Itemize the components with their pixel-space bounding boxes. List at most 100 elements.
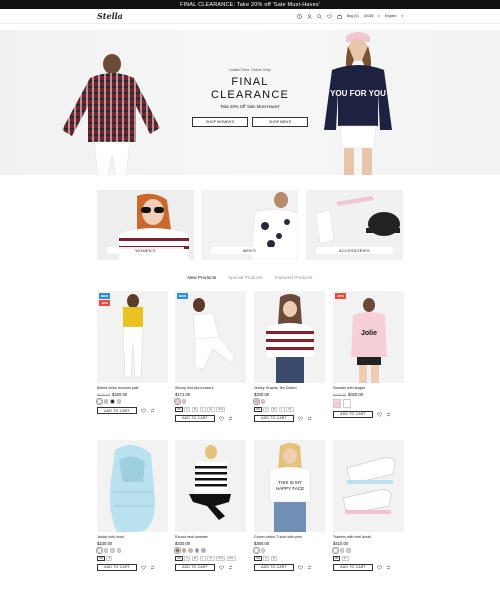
- add-to-cart-button[interactable]: ADD TO CART: [254, 563, 294, 571]
- size-option[interactable]: L: [278, 406, 285, 412]
- add-to-cart-button[interactable]: ADD TO CART: [333, 410, 373, 418]
- size-option[interactable]: S: [184, 555, 191, 561]
- shop-women-button[interactable]: SHOP WOMEN'S: [192, 117, 248, 127]
- color-swatch[interactable]: [175, 399, 180, 404]
- product-card[interactable]: Jacket with hood $230.00 XS S ADD TO CART: [97, 440, 168, 571]
- variant-thumbnail[interactable]: [343, 398, 351, 408]
- product-name[interactable]: Belted chino trousers pale: [97, 386, 168, 390]
- size-option[interactable]: M: [191, 555, 199, 561]
- color-swatch[interactable]: [181, 548, 186, 553]
- tab-new-products[interactable]: New Products: [188, 275, 217, 280]
- product-image[interactable]: Jolie -20%: [333, 291, 404, 383]
- size-option[interactable]: 36: [333, 555, 341, 561]
- product-card[interactable]: Trainers with heel detail $410.00 36 37 A…: [333, 440, 404, 571]
- bag-count[interactable]: Bag (0): [347, 14, 359, 18]
- add-to-cart-button[interactable]: ADD TO CART: [97, 563, 137, 571]
- chevron-down-icon[interactable]: ▾: [378, 14, 380, 18]
- color-swatch[interactable]: [254, 399, 259, 404]
- size-option[interactable]: S: [263, 555, 270, 561]
- heart-icon[interactable]: [298, 565, 303, 570]
- product-card[interactable]: Jolie -20% Sweater with slogan $400.00 $3…: [333, 291, 404, 418]
- category-accessories[interactable]: ACCESSORIES: [306, 190, 403, 260]
- size-option[interactable]: 37: [341, 555, 349, 561]
- heart-icon[interactable]: [377, 565, 382, 570]
- product-image[interactable]: THIS IS MY HAPPY FACE: [254, 440, 325, 532]
- add-to-cart-button[interactable]: ADD TO CART: [333, 563, 373, 571]
- chevron-down-icon[interactable]: ▾: [401, 14, 403, 18]
- size-option[interactable]: XL: [207, 406, 215, 412]
- product-image[interactable]: [175, 440, 246, 532]
- product-card[interactable]: Jersey Graphic Tee Dotted $330.00 XS S M L X…: [254, 291, 325, 422]
- color-swatch[interactable]: [194, 548, 199, 553]
- heart-icon[interactable]: [298, 416, 303, 421]
- bag-icon[interactable]: [337, 14, 342, 19]
- compare-icon[interactable]: [228, 565, 233, 570]
- color-swatch[interactable]: [201, 548, 206, 553]
- search-icon[interactable]: [317, 13, 322, 19]
- tab-special-products[interactable]: Special Products: [228, 275, 262, 280]
- compare-icon[interactable]: [386, 565, 391, 570]
- color-swatch[interactable]: [97, 399, 102, 404]
- product-image[interactable]: [254, 291, 325, 383]
- size-option[interactable]: XS: [254, 555, 262, 561]
- category-men[interactable]: MEN'S: [201, 190, 298, 260]
- size-option[interactable]: S: [263, 406, 270, 412]
- color-swatch[interactable]: [339, 548, 344, 553]
- size-option[interactable]: M: [270, 555, 278, 561]
- compare-icon[interactable]: [386, 412, 391, 417]
- logo[interactable]: Stella: [97, 11, 123, 21]
- color-swatch[interactable]: [103, 548, 108, 553]
- size-option[interactable]: M: [191, 406, 199, 412]
- product-card[interactable]: NEW Skinny mid-rise trousers $171.00 XS S…: [175, 291, 246, 422]
- product-name[interactable]: Skinny mid-rise trousers: [175, 386, 246, 390]
- product-name[interactable]: Jacket with hood: [97, 535, 168, 539]
- size-option[interactable]: L: [199, 555, 206, 561]
- color-swatch[interactable]: [260, 548, 265, 553]
- size-option[interactable]: XXL: [216, 406, 226, 412]
- size-option[interactable]: 3XL: [226, 555, 236, 561]
- size-option[interactable]: S: [106, 555, 113, 561]
- size-option[interactable]: XL: [286, 406, 294, 412]
- compare-icon[interactable]: [228, 416, 233, 421]
- color-swatch[interactable]: [188, 548, 193, 553]
- wishlist-icon[interactable]: [326, 14, 332, 19]
- size-option[interactable]: XXL: [216, 555, 226, 561]
- heart-icon[interactable]: [219, 416, 224, 421]
- product-name[interactable]: Grown cotton T-shirt with print: [254, 535, 325, 539]
- color-swatch[interactable]: [110, 399, 115, 404]
- size-option[interactable]: XS: [254, 406, 262, 412]
- product-card[interactable]: Round neck sweater $330.00 XS S M L XL XXL 3XL…: [175, 440, 246, 571]
- color-swatch[interactable]: [116, 548, 121, 553]
- heart-icon[interactable]: [219, 565, 224, 570]
- category-women[interactable]: WOMEN'S: [97, 190, 194, 260]
- variant-thumbnail[interactable]: [333, 398, 341, 408]
- color-swatch[interactable]: [254, 548, 259, 553]
- shop-men-button[interactable]: SHOP MEN'S: [252, 117, 308, 127]
- currency-select[interactable]: USD$: [364, 14, 374, 18]
- account-icon[interactable]: [307, 13, 312, 19]
- heart-icon[interactable]: [377, 412, 382, 417]
- product-name[interactable]: Sweater with slogan: [333, 386, 404, 390]
- product-card[interactable]: NEW -20% Belted chino trousers pale $400.…: [97, 291, 168, 414]
- compare-icon[interactable]: [150, 565, 155, 570]
- color-swatch[interactable]: [260, 399, 265, 404]
- color-swatch[interactable]: [346, 548, 351, 553]
- color-swatch[interactable]: [333, 548, 338, 553]
- size-option[interactable]: XS: [175, 406, 183, 412]
- compare-icon[interactable]: [307, 565, 312, 570]
- compare-icon[interactable]: [150, 408, 155, 413]
- tab-featured-products[interactable]: Featured Products: [275, 275, 313, 280]
- add-to-cart-button[interactable]: ADD TO CART: [175, 414, 215, 422]
- color-swatch[interactable]: [181, 399, 186, 404]
- size-option[interactable]: XS: [97, 555, 105, 561]
- add-to-cart-button[interactable]: ADD TO CART: [254, 414, 294, 422]
- product-image[interactable]: NEW -20%: [97, 291, 168, 383]
- heart-icon[interactable]: [141, 408, 146, 413]
- size-option[interactable]: M: [270, 406, 278, 412]
- language-select[interactable]: English: [385, 14, 397, 18]
- color-swatch[interactable]: [97, 548, 102, 553]
- size-option[interactable]: S: [184, 406, 191, 412]
- product-name[interactable]: Trainers with heel detail: [333, 535, 404, 539]
- help-icon[interactable]: ?: [297, 13, 302, 19]
- add-to-cart-button[interactable]: ADD TO CART: [175, 563, 215, 571]
